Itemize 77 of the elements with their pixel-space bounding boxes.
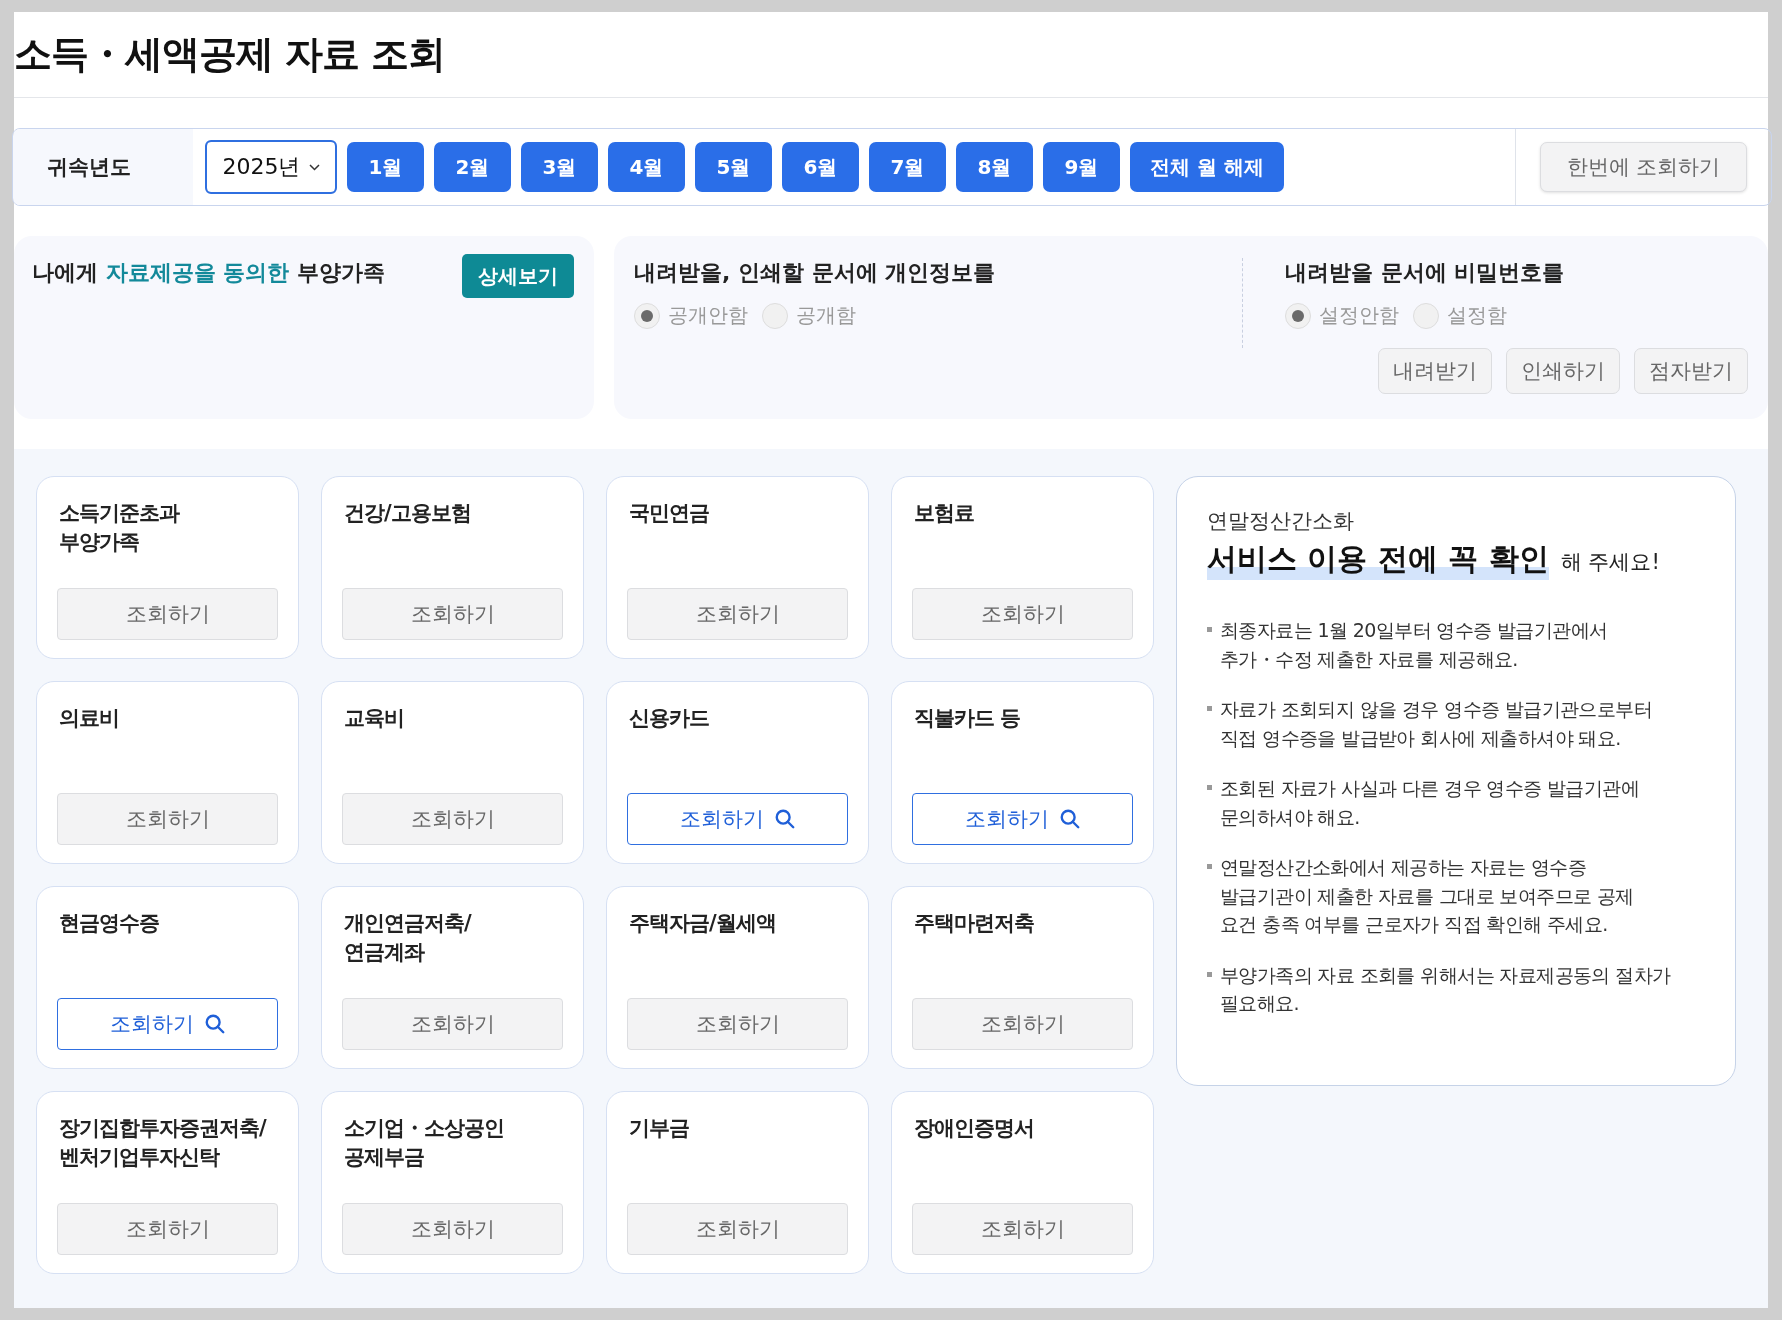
radio-label: 공개함 xyxy=(796,302,856,329)
month-button[interactable]: 2월 xyxy=(434,142,511,192)
radio-button[interactable] xyxy=(1413,302,1439,329)
notice-item: 최종자료는 1월 20일부터 영수증 발급기관에서 추가・수정 제출한 자료를 제공해요. xyxy=(1220,618,1608,672)
lookup-button[interactable]: 조회하기 xyxy=(57,998,278,1050)
year-select[interactable]: 2025년 xyxy=(205,140,337,194)
lookup-button[interactable]: 조회하기 xyxy=(627,588,848,640)
search-icon xyxy=(1058,808,1081,830)
month-button[interactable]: 3월 xyxy=(521,142,598,192)
category-title: 현금영수증 xyxy=(58,910,160,937)
category-title: 소기업・소상공인 공제부금 xyxy=(343,1115,505,1172)
category-title: 직불카드 등 xyxy=(913,705,1022,732)
detail-button[interactable]: 상세보기 xyxy=(462,254,574,298)
month-button[interactable]: 4월 xyxy=(608,142,685,192)
category-title: 소득기준초과 부양가족 xyxy=(58,500,181,557)
month-button[interactable]: 8월 xyxy=(956,142,1033,192)
lookup-all-button[interactable]: 한번에 조회하기 xyxy=(1539,142,1748,192)
radio-button[interactable] xyxy=(762,302,788,329)
category-title: 국민연금 xyxy=(628,500,710,527)
lookup-button[interactable]: 조회하기 xyxy=(912,1203,1133,1255)
lookup-button[interactable]: 조회하기 xyxy=(342,588,563,640)
page-title: 소득・세액공제 자료 조회 xyxy=(14,31,446,78)
notice-headline-suffix: 해 주세요! xyxy=(1560,549,1660,576)
category-title: 장애인증명서 xyxy=(913,1115,1035,1142)
lookup-button[interactable]: 조회하기 xyxy=(627,1203,848,1255)
document-button[interactable]: 인쇄하기 xyxy=(1506,348,1620,394)
category-title: 주택마련저축 xyxy=(913,910,1035,937)
category-title: 의료비 xyxy=(58,705,120,732)
month-button[interactable]: 9월 xyxy=(1043,142,1120,192)
category-title: 개인연금저축/ 연금계좌 xyxy=(343,910,473,967)
month-button[interactable]: 7월 xyxy=(869,142,946,192)
notice-item: 부양가족의 자료 조회를 위해서는 자료제공동의 절차가 필요해요. xyxy=(1220,962,1671,1016)
chevron-down-icon xyxy=(308,163,320,171)
bullet-icon xyxy=(1207,971,1212,977)
lookup-button[interactable]: 조회하기 xyxy=(57,1203,278,1255)
radio-label: 설정안함 xyxy=(1319,302,1399,329)
lookup-button[interactable]: 조회하기 xyxy=(342,1203,563,1255)
lookup-button[interactable]: 조회하기 xyxy=(627,793,848,845)
lookup-button[interactable]: 조회하기 xyxy=(342,793,563,845)
year-label: 귀속년도 xyxy=(13,129,193,205)
lookup-button[interactable]: 조회하기 xyxy=(57,793,278,845)
category-title: 보험료 xyxy=(913,500,975,527)
month-button[interactable]: 1월 xyxy=(347,142,424,192)
lookup-button[interactable]: 조회하기 xyxy=(912,998,1133,1050)
search-icon xyxy=(773,808,796,830)
category-title: 교육비 xyxy=(343,705,405,732)
category-title: 기부금 xyxy=(628,1115,690,1142)
month-button[interactable]: 6월 xyxy=(782,142,859,192)
category-title: 주택자금/월세액 xyxy=(628,910,777,937)
radio-label: 공개안함 xyxy=(668,302,748,329)
clear-months-button[interactable]: 전체 월 해제 xyxy=(1130,142,1284,192)
lookup-button[interactable]: 조회하기 xyxy=(627,998,848,1050)
month-button[interactable]: 5월 xyxy=(695,142,772,192)
consent-title: 나에게 자료제공을 동의한 부양가족 xyxy=(32,259,385,287)
lookup-button[interactable]: 조회하기 xyxy=(57,588,278,640)
notice-eyebrow: 연말정산간소화 xyxy=(1207,508,1355,535)
bullet-icon xyxy=(1207,785,1212,790)
option-title: 내려받을 문서에 비밀번호를 xyxy=(1285,259,1566,287)
bullet-icon xyxy=(1207,864,1212,869)
notice-item: 조회된 자료가 사실과 다른 경우 영수증 발급기관에 문의하셔야 해요. xyxy=(1220,776,1640,830)
notice-item: 연말정산간소화에서 제공하는 자료는 영수증 발급기관이 제출한 자료를 그대로 보여주므로 공제 요건 충족 여부를 근로자가 직접 확인해 주세요. xyxy=(1220,855,1634,937)
radio-button[interactable] xyxy=(634,302,660,329)
lookup-button[interactable]: 조회하기 xyxy=(912,793,1133,845)
notice-item: 자료가 조회되지 않을 경우 영수증 발급기관으로부터 직접 영수증을 발급받아 회사에 제출하셔야 돼요. xyxy=(1220,697,1652,751)
document-button[interactable]: 점자받기 xyxy=(1634,348,1748,394)
search-icon xyxy=(203,1013,226,1035)
option-title: 내려받을, 인쇄할 문서에 개인정보를 xyxy=(634,259,997,287)
bullet-icon xyxy=(1207,706,1212,711)
radio-button[interactable] xyxy=(1285,302,1311,329)
category-title: 신용카드 xyxy=(628,705,710,732)
lookup-button[interactable]: 조회하기 xyxy=(342,998,563,1050)
category-title: 장기집합투자증권저축/ 벤처기업투자신탁 xyxy=(58,1115,268,1172)
category-title: 건강/고용보험 xyxy=(343,500,472,527)
bullet-icon xyxy=(1207,627,1212,632)
radio-label: 설정함 xyxy=(1447,302,1507,329)
lookup-button[interactable]: 조회하기 xyxy=(912,588,1133,640)
document-button[interactable]: 내려받기 xyxy=(1378,348,1492,394)
